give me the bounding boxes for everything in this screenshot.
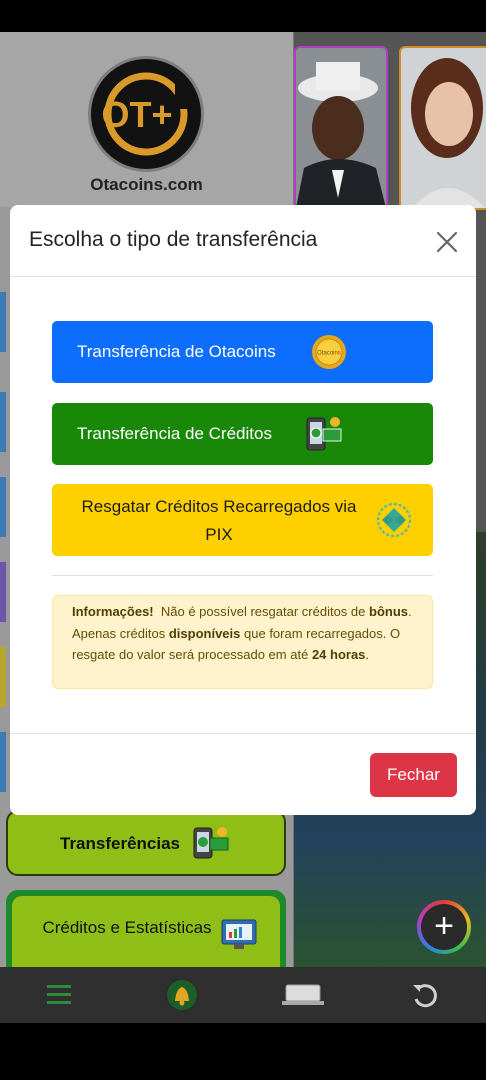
otacoins-transfer-button[interactable]: Transferência de Otacoins Otacoins — [52, 321, 433, 383]
divider — [52, 575, 433, 576]
pix-icon — [377, 503, 411, 537]
info-alert: Informações! Não é possível resgatar cré… — [52, 595, 433, 689]
pix-redeem-button[interactable]: Resgatar Créditos Recarregados via PIX — [52, 484, 433, 556]
close-icon — [436, 231, 458, 253]
otacoins-coin-icon: Otacoins — [312, 335, 346, 369]
credits-transfer-button[interactable]: Transferência de Créditos — [52, 403, 433, 465]
coin-text: Otacoins — [317, 351, 341, 357]
info-hours: 24 horas — [311, 647, 366, 662]
transfer-type-modal: Escolha o tipo de transferência Transfer… — [10, 205, 476, 815]
modal-header: Escolha o tipo de transferência — [10, 205, 476, 277]
status-bar — [0, 0, 486, 32]
info-text: . — [365, 647, 370, 662]
info-available: disponíveis — [168, 625, 241, 641]
credits-transfer-label: Transferência de Créditos — [77, 424, 272, 443]
modal-title: Escolha o tipo de transferência — [29, 228, 318, 251]
phone-money-icon — [306, 417, 342, 451]
info-text: Não é possível resgatar créditos de — [160, 604, 366, 619]
info-strong-label: Informações! — [72, 604, 154, 619]
pix-redeem-label: Resgatar Créditos Recarregados via PIX — [81, 497, 357, 544]
otacoins-transfer-label: Transferência de Otacoins — [77, 342, 276, 361]
close-button[interactable] — [432, 227, 462, 257]
modal-footer: Fechar — [10, 733, 476, 815]
android-navigation-bar — [0, 1023, 486, 1080]
info-bonus: bônus — [369, 604, 408, 619]
close-footer-button[interactable]: Fechar — [370, 753, 457, 797]
